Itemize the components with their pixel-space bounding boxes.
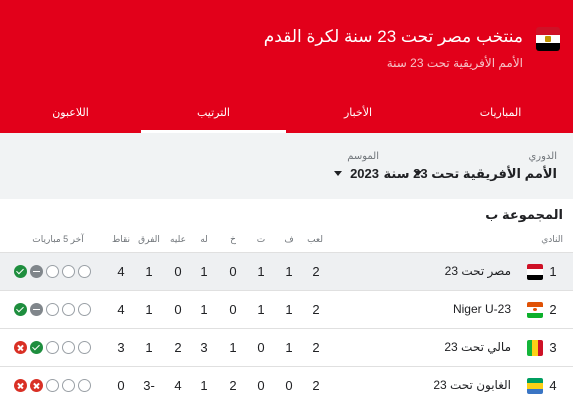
mali-flag-icon [527, 340, 543, 356]
stat-points: 3 [117, 340, 125, 355]
tab-news[interactable]: الأخبار [288, 96, 428, 133]
stat-against: 4 [174, 378, 182, 393]
stat-won: 0 [285, 378, 293, 393]
stat-points: 4 [117, 264, 125, 279]
tab-bar: المباريات الأخبار الترتيب اللاعبون [0, 96, 573, 133]
col-header-against: عليه [170, 234, 186, 244]
group-title: المجموعة ب [485, 207, 563, 222]
league-chevron-down-icon[interactable] [414, 171, 422, 176]
stat-points: 0 [117, 378, 125, 393]
form-win-icon[interactable] [14, 265, 27, 278]
team-name[interactable]: مالي تحت 23 [444, 329, 511, 366]
table-row[interactable]: 4 الغابون تحت 23 2 0 0 2 1 4 -3 0 [0, 366, 573, 404]
stat-won: 1 [285, 302, 293, 317]
stat-for: 1 [200, 264, 208, 279]
form-draw-icon[interactable] [30, 265, 43, 278]
form-empty-icon [62, 265, 75, 278]
stat-played: 2 [312, 378, 320, 393]
form-empty-icon [62, 379, 75, 392]
rank: 1 [549, 264, 557, 279]
stat-drawn: 1 [257, 264, 265, 279]
form-empty-icon [78, 303, 91, 316]
last5-form [14, 329, 91, 366]
team-subtitle: الأمم الأفريقية تحت 23 سنة [386, 56, 523, 70]
stat-for: 1 [200, 378, 208, 393]
stat-played: 2 [312, 302, 320, 317]
stat-drawn: 1 [257, 302, 265, 317]
col-header-played: لعب [307, 234, 323, 244]
stat-for: 3 [200, 340, 208, 355]
form-empty-icon [46, 379, 59, 392]
league-select[interactable]: الأمم الأفريقية تحت 23 سنة [384, 166, 557, 182]
tab-standings[interactable]: الترتيب [141, 96, 286, 133]
rank: 3 [549, 340, 557, 355]
last5-form [14, 291, 91, 328]
table-row[interactable]: 3 مالي تحت 23 2 1 0 1 3 2 1 3 [0, 328, 573, 366]
gabon-flag-icon [527, 378, 543, 394]
tab-matches[interactable]: المباريات [428, 96, 573, 133]
team-title: منتخب مصر تحت 23 سنة لكرة القدم [263, 27, 523, 46]
form-loss-icon[interactable] [14, 341, 27, 354]
stat-drawn: 0 [257, 340, 265, 355]
stat-won: 1 [285, 264, 293, 279]
rank: 4 [549, 378, 557, 393]
stat-against: 2 [174, 340, 182, 355]
form-empty-icon [78, 265, 91, 278]
stat-for: 1 [200, 302, 208, 317]
col-header-points: نقاط [111, 234, 131, 244]
form-empty-icon [62, 303, 75, 316]
stat-lost: 0 [229, 302, 237, 317]
form-empty-icon [78, 379, 91, 392]
table-row[interactable]: 1 مصر تحت 23 2 1 1 0 1 0 1 4 [0, 252, 573, 290]
team-name[interactable]: مصر تحت 23 [445, 253, 511, 290]
season-chevron-down-icon[interactable] [334, 171, 342, 176]
last5-form [14, 367, 91, 404]
stat-diff: 1 [145, 340, 153, 355]
stat-points: 4 [117, 302, 125, 317]
season-label: الموسم [347, 151, 379, 162]
stat-lost: 1 [229, 340, 237, 355]
stat-lost: 2 [229, 378, 237, 393]
col-header-for: له [200, 234, 208, 244]
table-row[interactable]: 2 Niger U-23 2 1 1 0 1 0 1 4 [0, 290, 573, 328]
form-empty-icon [62, 341, 75, 354]
rank: 2 [549, 302, 557, 317]
stat-diff: -3 [143, 378, 155, 393]
team-header: منتخب مصر تحت 23 سنة لكرة القدم الأمم ال… [0, 0, 573, 133]
stat-lost: 0 [229, 264, 237, 279]
last5-form [14, 253, 91, 290]
col-header-diff: الفرق [138, 234, 160, 244]
form-empty-icon [46, 303, 59, 316]
egypt-flag-icon [527, 264, 543, 280]
stat-played: 2 [312, 340, 320, 355]
stat-played: 2 [312, 264, 320, 279]
col-header-lost: خ [230, 234, 236, 244]
col-header-drawn: ت [256, 234, 266, 244]
team-name[interactable]: Niger U-23 [453, 291, 511, 328]
stat-drawn: 0 [257, 378, 265, 393]
form-empty-icon [46, 265, 59, 278]
season-select[interactable]: 2023 [350, 166, 379, 181]
col-header-won: ف [284, 234, 294, 244]
team-name[interactable]: الغابون تحت 23 [433, 367, 511, 404]
form-win-icon[interactable] [30, 341, 43, 354]
league-label: الدوري [528, 151, 557, 162]
stat-against: 0 [174, 264, 182, 279]
form-win-icon[interactable] [14, 303, 27, 316]
tab-players[interactable]: اللاعبون [0, 96, 141, 133]
form-empty-icon [46, 341, 59, 354]
form-draw-icon[interactable] [30, 303, 43, 316]
col-header-club: النادي [541, 234, 563, 244]
stat-against: 0 [174, 302, 182, 317]
form-loss-icon[interactable] [14, 379, 27, 392]
filter-bar: الدوري الأمم الأفريقية تحت 23 سنة الموسم… [0, 133, 573, 199]
form-loss-icon[interactable] [30, 379, 43, 392]
stat-diff: 1 [145, 264, 153, 279]
stat-diff: 1 [145, 302, 153, 317]
col-header-last5: آخر 5 مباريات [32, 234, 84, 244]
egypt-flag-icon [536, 27, 560, 51]
niger-flag-icon [527, 302, 543, 318]
stat-won: 1 [285, 340, 293, 355]
form-empty-icon [78, 341, 91, 354]
